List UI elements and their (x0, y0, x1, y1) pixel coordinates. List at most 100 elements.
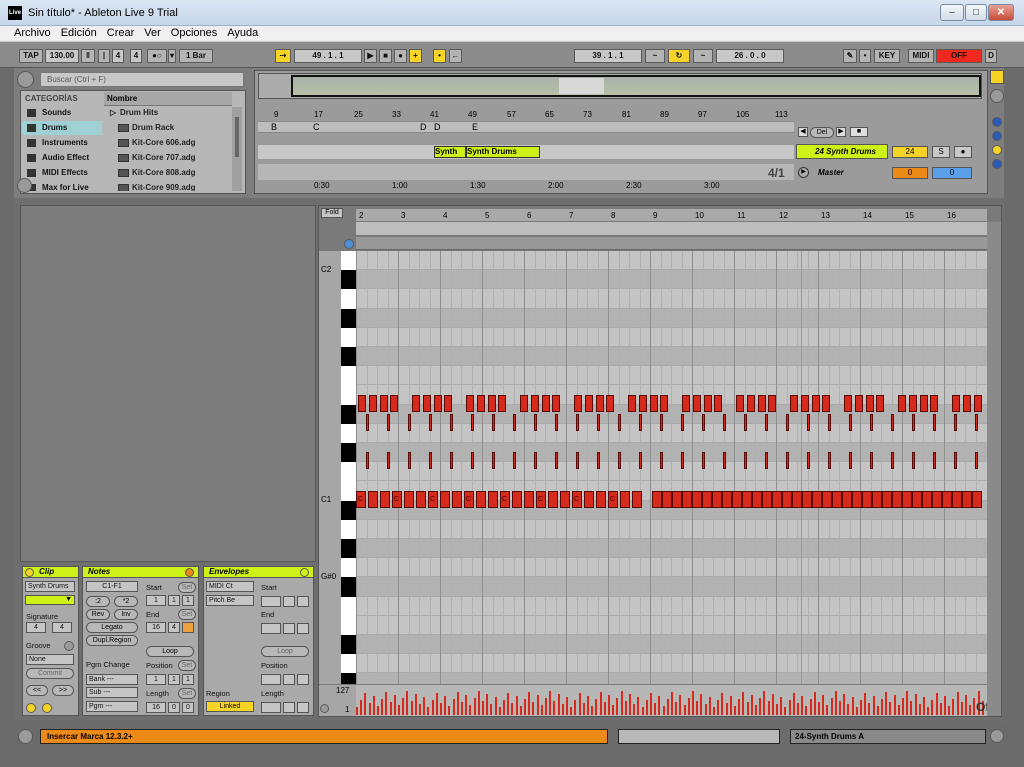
velocity-bar[interactable] (561, 704, 564, 715)
midi-note[interactable] (908, 395, 917, 412)
velocity-bar[interactable] (414, 694, 417, 715)
midi-note[interactable] (933, 452, 936, 469)
velocity-bar[interactable] (746, 702, 749, 715)
midi-note[interactable] (742, 491, 752, 508)
env-start-bar[interactable] (261, 596, 281, 607)
velocity-bar[interactable] (935, 693, 938, 715)
midi-note[interactable] (492, 414, 495, 431)
velocity-bar[interactable] (540, 705, 543, 715)
notes-header[interactable]: Notes (82, 566, 199, 578)
status-overview[interactable] (618, 729, 780, 744)
midi-note[interactable] (862, 491, 872, 508)
velocity-bar[interactable] (687, 698, 690, 715)
velocity-bar[interactable] (750, 695, 753, 715)
menu-ver[interactable]: Ver (139, 26, 166, 41)
midi-note[interactable] (891, 452, 894, 469)
browser-item-kit-808[interactable]: Kit-Core 808.adg (108, 166, 232, 180)
midi-note[interactable] (530, 395, 539, 412)
mixer-toggle-icon[interactable] (992, 145, 1002, 155)
midi-note[interactable] (618, 414, 621, 431)
name-column-header[interactable]: Nombre (104, 92, 232, 106)
velocity-bar[interactable] (578, 693, 581, 715)
velocity-bar[interactable] (931, 700, 934, 715)
velocity-bar[interactable] (717, 700, 720, 715)
loop-length-field[interactable]: 26 . 0 . 0 (716, 49, 784, 63)
menu-archivo[interactable]: Archivo (0, 26, 56, 41)
midi-note[interactable] (576, 452, 579, 469)
locator-row[interactable]: B C D D E (258, 121, 794, 133)
play-icon[interactable]: ▶ (364, 49, 377, 63)
midi-note[interactable] (584, 395, 593, 412)
category-audio-effects[interactable]: Audio Effect (22, 151, 102, 165)
end-bar[interactable]: 16 (146, 622, 166, 633)
midi-note[interactable] (765, 414, 768, 431)
velocity-bar[interactable] (918, 704, 921, 715)
midi-note[interactable] (368, 491, 378, 508)
sends-toggle-icon[interactable] (992, 131, 1002, 141)
midi-note[interactable] (882, 491, 892, 508)
invert-button[interactable]: Inv (114, 609, 138, 620)
velocity-bar[interactable] (948, 706, 951, 715)
velocity-bar[interactable] (822, 695, 825, 715)
midi-note[interactable] (765, 452, 768, 469)
midi-note[interactable] (752, 491, 762, 508)
length-beat[interactable]: 0 (168, 702, 180, 713)
midi-note[interactable] (620, 491, 630, 508)
velocity-bar[interactable] (553, 701, 556, 715)
midi-note[interactable] (922, 491, 932, 508)
master-pan[interactable]: 0 (932, 167, 972, 179)
midi-note[interactable] (595, 395, 604, 412)
env-length-bar[interactable] (261, 702, 281, 713)
midi-note[interactable] (682, 491, 692, 508)
midi-note[interactable] (662, 491, 672, 508)
category-midi-effects[interactable]: MIDI Effects (22, 166, 102, 180)
velocity-bar[interactable] (876, 706, 879, 715)
browser-item-drum-hits[interactable]: ▷ Drum Hits (108, 106, 232, 120)
velocity-bar[interactable] (616, 698, 619, 715)
velocity-bar[interactable] (469, 705, 472, 715)
start-sixteenth[interactable]: 1 (182, 595, 194, 606)
envelope-device-select[interactable]: MIDI Ct (206, 581, 254, 592)
end-sixteenth[interactable] (182, 622, 194, 633)
velocity-bar[interactable] (620, 691, 623, 715)
length-bar[interactable]: 16 (146, 702, 166, 713)
velocity-bar[interactable] (675, 702, 678, 715)
midi-note[interactable] (638, 395, 647, 412)
midi-note[interactable] (919, 395, 928, 412)
env-loop-button[interactable]: Loop (261, 646, 309, 657)
midi-note[interactable] (596, 491, 606, 508)
midi-note[interactable] (366, 452, 369, 469)
velocity-bar[interactable] (767, 701, 770, 715)
velocity-bar[interactable] (503, 700, 505, 715)
groove-select[interactable]: None (26, 654, 74, 665)
midi-note[interactable] (681, 452, 684, 469)
midi-note[interactable] (822, 491, 832, 508)
midi-note[interactable] (560, 491, 570, 508)
minimize-button[interactable]: – (940, 4, 964, 21)
velocity-bar[interactable] (587, 696, 589, 715)
velocity-bar[interactable] (624, 701, 627, 715)
close-button[interactable]: ✕ (988, 4, 1014, 21)
velocity-bar[interactable] (402, 698, 405, 715)
midi-note[interactable] (366, 414, 369, 431)
position-set-button[interactable]: Set (178, 660, 196, 671)
velocity-bar[interactable] (603, 702, 606, 715)
velocity-bar[interactable] (591, 706, 594, 715)
track-header-synth-drums[interactable]: 24 Synth Drums (796, 144, 888, 159)
midi-note[interactable] (487, 395, 496, 412)
velocity-bar[interactable] (641, 707, 644, 715)
velocity-bar[interactable] (671, 692, 673, 715)
velocity-bar[interactable] (742, 692, 745, 715)
velocity-bar[interactable] (666, 699, 669, 715)
browser-item-kit-707[interactable]: Kit-Core 707.adg (108, 151, 232, 165)
legato-button[interactable]: Legato (86, 622, 138, 633)
midi-note[interactable]: C (500, 491, 510, 508)
velocity-bar[interactable] (490, 704, 493, 715)
envelopes-expand-icon[interactable] (300, 568, 309, 577)
midi-note[interactable] (954, 452, 957, 469)
clip-activator-icon[interactable] (25, 568, 34, 577)
velocity-bar[interactable] (910, 701, 913, 715)
length-sixteenth[interactable]: 0 (182, 702, 194, 713)
velocity-bar[interactable] (372, 696, 375, 715)
midi-note[interactable] (942, 491, 952, 508)
